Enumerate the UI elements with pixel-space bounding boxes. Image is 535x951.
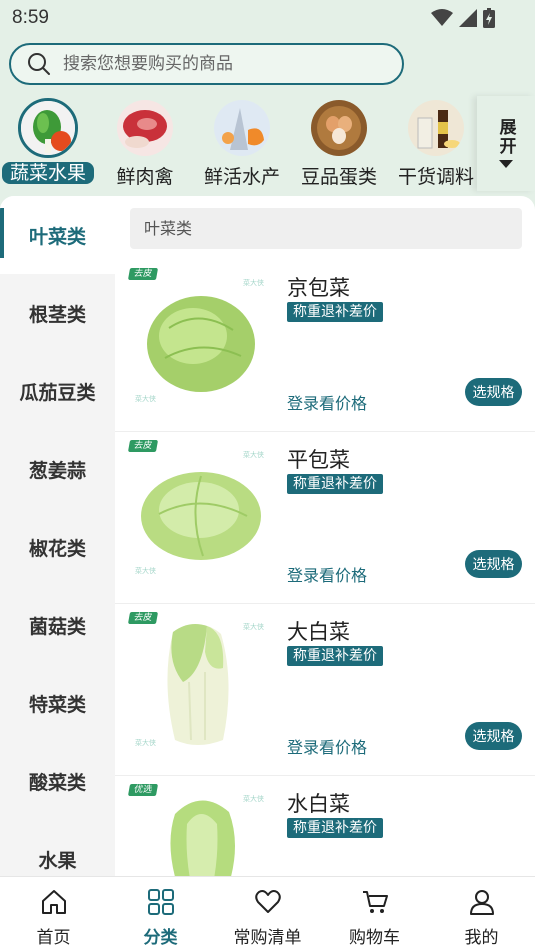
product-tag: 去皮 [127, 268, 159, 280]
watermark: 菜大侠 [243, 279, 264, 287]
product-name: 京包菜 [287, 276, 350, 300]
seafood-thumbnail [214, 100, 270, 156]
status-icons [431, 8, 495, 28]
product-card[interactable]: 去皮 菜大侠 菜大侠 大白菜 称重退补差价 登录看价格 选规格 [115, 604, 535, 776]
watermark: 菜大侠 [243, 623, 264, 631]
wifi-icon [431, 9, 453, 26]
sidebar-item-label: 酸菜类 [28, 771, 86, 794]
product-tag: 去皮 [127, 440, 159, 452]
watermark: 菜大侠 [243, 795, 264, 803]
sidebar-item-label: 葱姜蒜 [28, 459, 86, 482]
weight-refund-badge: 称重退补差价 [287, 474, 383, 494]
weight-refund-badge: 称重退补差价 [287, 818, 383, 838]
sidebar-item-mushroom[interactable]: 菌菇类 [0, 586, 115, 664]
subcategory-sidebar: 叶菜类 根茎类 瓜茄豆类 葱姜蒜 椒花类 菌菇类 特菜类 酸菜类 水果 [0, 196, 115, 876]
search-input[interactable] [63, 54, 363, 74]
product-card[interactable]: 去皮 菜大侠 菜大侠 京包菜 称重退补差价 登录看价格 选规格 [115, 260, 535, 432]
category-row: 蔬菜水果 鲜肉禽 鲜活水产 豆品蛋类 干货调料 [0, 96, 475, 191]
product-image: 去皮 菜大侠 菜大侠 [127, 612, 267, 752]
main-panel: 叶菜类 根茎类 瓜茄豆类 葱姜蒜 椒花类 菌菇类 特菜类 酸菜类 水果 叶菜类 … [0, 196, 535, 876]
category-label: 鲜活水产 [203, 166, 280, 188]
tab-label: 首页 [36, 928, 71, 948]
tab-label: 分类 [143, 928, 178, 948]
weight-refund-badge: 称重退补差价 [287, 302, 383, 322]
category-vegetables-fruit[interactable]: 蔬菜水果 [0, 96, 96, 191]
battery-icon [483, 8, 495, 28]
select-spec-button[interactable]: 选规格 [465, 378, 522, 406]
sidebar-item-label: 椒花类 [28, 537, 86, 560]
heart-icon [254, 890, 281, 913]
cart-icon [362, 891, 388, 913]
tab-cart[interactable]: 购物车 [321, 877, 428, 951]
product-tag: 优选 [127, 784, 159, 796]
login-to-view-price-link[interactable]: 登录看价格 [287, 562, 367, 586]
dry-goods-thumbnail [408, 100, 464, 156]
sidebar-item-label: 瓜茄豆类 [19, 381, 96, 404]
sidebar-item-pepper-flower[interactable]: 椒花类 [0, 508, 115, 586]
tab-profile[interactable]: 我的 [428, 877, 535, 951]
category-fresh-meat[interactable]: 鲜肉禽 [97, 96, 193, 191]
product-name: 平包菜 [287, 448, 350, 472]
active-indicator [0, 208, 4, 258]
product-card[interactable]: 去皮 菜大侠 菜大侠 平包菜 称重退补差价 登录看价格 选规格 [115, 432, 535, 604]
category-label: 干货调料 [397, 166, 474, 188]
signal-icon [459, 9, 477, 27]
status-time: 8:59 [12, 7, 49, 28]
product-image: 去皮 菜大侠 菜大侠 [127, 440, 267, 580]
product-tag: 去皮 [127, 612, 159, 624]
sidebar-item-special[interactable]: 特菜类 [0, 664, 115, 742]
tab-label: 常购清单 [233, 928, 302, 948]
select-spec-button[interactable]: 选规格 [465, 722, 522, 750]
sidebar-item-onion-ginger-garlic[interactable]: 葱姜蒜 [0, 430, 115, 508]
sidebar-item-label: 根茎类 [28, 303, 86, 326]
category-label: 蔬菜水果 [2, 162, 94, 184]
grid-icon [147, 889, 174, 915]
product-card[interactable]: 优选 菜大侠 水白菜 称重退补差价 [115, 776, 535, 876]
tab-home[interactable]: 首页 [0, 877, 107, 951]
sidebar-item-fruit[interactable]: 水果 [0, 820, 115, 876]
search-icon [28, 53, 50, 75]
weight-refund-badge: 称重退补差价 [287, 646, 383, 666]
select-spec-button[interactable]: 选规格 [465, 550, 522, 578]
eggs-thumbnail [311, 100, 367, 156]
watermark: 菜大侠 [135, 395, 156, 403]
vegetables-thumbnail [18, 98, 78, 158]
product-image: 优选 菜大侠 [127, 784, 267, 876]
user-icon [469, 890, 494, 915]
category-tofu-eggs[interactable]: 豆品蛋类 [291, 96, 387, 191]
product-image: 去皮 菜大侠 菜大侠 [127, 268, 267, 408]
bottom-nav: 首页 分类 常购清单 购物车 我的 [0, 876, 535, 951]
watermark: 菜大侠 [243, 451, 264, 459]
sidebar-item-label: 水果 [38, 849, 77, 872]
category-label: 鲜肉禽 [116, 166, 174, 188]
search-bar[interactable] [9, 43, 404, 85]
tab-label: 我的 [464, 928, 499, 948]
tab-label: 购物车 [349, 928, 400, 948]
expand-categories-button[interactable]: 展开 [477, 96, 535, 191]
subcategory-header: 叶菜类 [130, 208, 522, 249]
category-live-seafood[interactable]: 鲜活水产 [194, 96, 290, 191]
category-label: 豆品蛋类 [300, 166, 377, 188]
product-name: 大白菜 [287, 620, 350, 644]
sidebar-item-melon-bean[interactable]: 瓜茄豆类 [0, 352, 115, 430]
caret-down-icon [499, 160, 513, 168]
status-bar: 8:59 [0, 0, 535, 36]
meat-thumbnail [117, 100, 173, 156]
sidebar-item-root[interactable]: 根茎类 [0, 274, 115, 352]
login-to-view-price-link[interactable]: 登录看价格 [287, 390, 367, 414]
category-dry-goods[interactable]: 干货调料 [388, 96, 484, 191]
home-icon [41, 890, 66, 914]
expand-label: 展开 [495, 118, 516, 156]
sidebar-item-label: 叶菜类 [28, 225, 86, 248]
sidebar-item-label: 菌菇类 [28, 615, 86, 638]
product-name: 水白菜 [287, 792, 350, 816]
sidebar-item-label: 特菜类 [28, 693, 86, 716]
sidebar-item-pickled[interactable]: 酸菜类 [0, 742, 115, 820]
login-to-view-price-link[interactable]: 登录看价格 [287, 734, 367, 758]
watermark: 菜大侠 [135, 739, 156, 747]
tab-category[interactable]: 分类 [107, 877, 214, 951]
sidebar-item-leafy[interactable]: 叶菜类 [0, 196, 115, 274]
tab-frequent-list[interactable]: 常购清单 [214, 877, 321, 951]
watermark: 菜大侠 [135, 567, 156, 575]
